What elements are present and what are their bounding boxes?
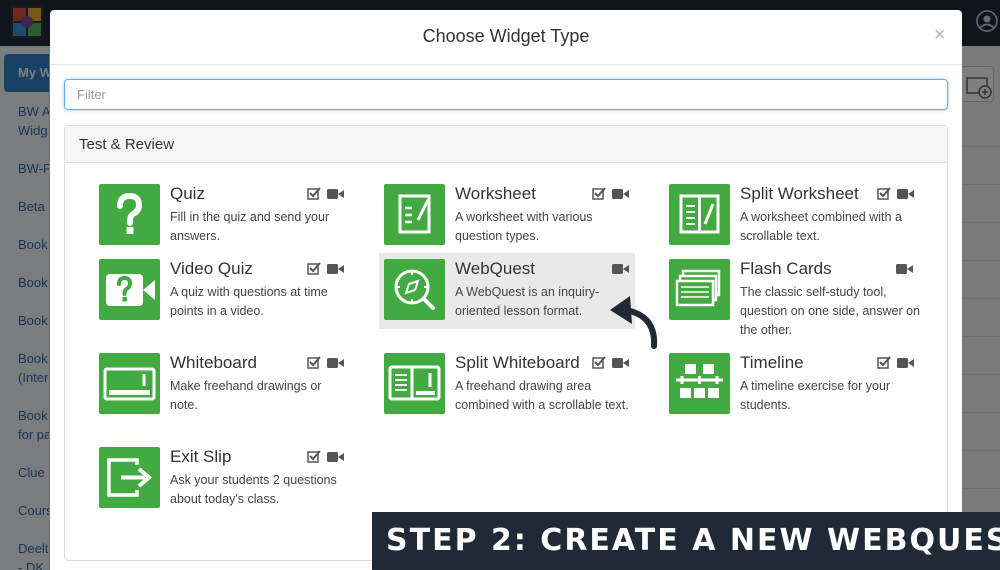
widget-timeline[interactable]: Timeline A timeline exercise for your st… bbox=[669, 353, 925, 429]
checkbox-icon bbox=[877, 356, 891, 369]
video-camera-icon bbox=[897, 358, 914, 368]
video-camera-icon bbox=[612, 189, 629, 199]
question-mark-icon bbox=[99, 184, 160, 245]
widget-worksheet[interactable]: Worksheet A worksheet with various quest… bbox=[384, 184, 640, 260]
timeline-icon bbox=[669, 353, 730, 414]
video-camera-icon bbox=[327, 358, 344, 368]
widget-split-whiteboard[interactable]: Split Whiteboard A freehand drawing area… bbox=[384, 353, 640, 429]
modal-header: Choose Widget Type × bbox=[50, 10, 962, 65]
video-camera-icon bbox=[897, 189, 914, 199]
widget-webquest[interactable]: WebQuest A WebQuest is an inquiry-orient… bbox=[379, 253, 635, 329]
widget-whiteboard[interactable]: Whiteboard Make freehand drawings or not… bbox=[99, 353, 355, 429]
widget-title: Worksheet bbox=[455, 184, 536, 203]
widget-description: Ask your students 2 questions about toda… bbox=[170, 473, 337, 506]
panel-heading: Test & Review bbox=[65, 126, 947, 163]
widget-description: A worksheet with various question types. bbox=[455, 210, 593, 243]
video-camera-icon bbox=[896, 264, 913, 274]
widget-title: Flash Cards bbox=[740, 259, 832, 278]
video-camera-icon bbox=[612, 358, 629, 368]
checkbox-icon bbox=[592, 187, 606, 200]
widget-title: Video Quiz bbox=[170, 259, 253, 278]
widget-quiz[interactable]: Quiz Fill in the quiz and send your answ… bbox=[99, 184, 355, 260]
widget-description: Make freehand drawings or note. bbox=[170, 379, 322, 412]
widget-description: A timeline exercise for your students. bbox=[740, 379, 891, 412]
widget-category-panel: Test & Review Quiz Fill in the quiz and … bbox=[64, 125, 948, 561]
widget-exit-slip[interactable]: Exit Slip Ask your students 2 questions … bbox=[99, 447, 355, 523]
checkbox-icon bbox=[877, 187, 891, 200]
widget-description: A freehand drawing area combined with a … bbox=[455, 379, 629, 412]
widget-title: Quiz bbox=[170, 184, 205, 203]
widget-title: Exit Slip bbox=[170, 447, 232, 466]
video-quiz-icon bbox=[99, 259, 160, 320]
split-whiteboard-icon bbox=[384, 353, 445, 414]
widget-flash-cards[interactable]: Flash Cards The classic self-study tool,… bbox=[669, 259, 925, 337]
widget-title: Whiteboard bbox=[170, 353, 257, 372]
exit-slip-icon bbox=[99, 447, 160, 508]
video-camera-icon bbox=[327, 264, 344, 274]
widget-title: Split Whiteboard bbox=[455, 353, 580, 372]
widget-title: Timeline bbox=[740, 353, 804, 372]
widget-description: A worksheet combined with a scrollable t… bbox=[740, 210, 902, 243]
widget-split-worksheet[interactable]: Split Worksheet A worksheet combined wit… bbox=[669, 184, 925, 260]
worksheet-icon bbox=[384, 184, 445, 245]
step-caption-banner: STEP 2: CREATE A NEW WEBQUEST WIDGET bbox=[372, 512, 1000, 570]
widget-description: The classic self-study tool, question on… bbox=[740, 285, 920, 337]
modal-title: Choose Widget Type bbox=[422, 26, 590, 46]
checkbox-icon bbox=[307, 187, 321, 200]
checkbox-icon bbox=[307, 262, 321, 275]
widget-title: WebQuest bbox=[455, 259, 536, 278]
widget-title: Split Worksheet bbox=[740, 184, 859, 203]
checkbox-icon bbox=[307, 356, 321, 369]
video-camera-icon bbox=[327, 189, 344, 199]
widget-video-quiz[interactable]: Video Quiz A quiz with questions at time… bbox=[99, 259, 355, 335]
checkbox-icon bbox=[307, 450, 321, 463]
video-camera-icon bbox=[612, 264, 629, 274]
whiteboard-icon bbox=[99, 353, 160, 414]
compass-icon bbox=[384, 259, 445, 320]
widget-description: Fill in the quiz and send your answers. bbox=[170, 210, 330, 243]
widget-description: A quiz with questions at time points in … bbox=[170, 285, 328, 318]
pointer-arrow-icon bbox=[610, 296, 658, 349]
video-camera-icon bbox=[327, 452, 344, 462]
flash-cards-icon bbox=[669, 259, 730, 320]
split-worksheet-icon bbox=[669, 184, 730, 245]
filter-input[interactable] bbox=[64, 79, 948, 110]
checkbox-icon bbox=[592, 356, 606, 369]
choose-widget-modal: Choose Widget Type × Test & Review Quiz … bbox=[50, 10, 962, 570]
close-icon[interactable]: × bbox=[934, 24, 946, 47]
widget-description: A WebQuest is an inquiry-oriented lesson… bbox=[455, 285, 600, 318]
